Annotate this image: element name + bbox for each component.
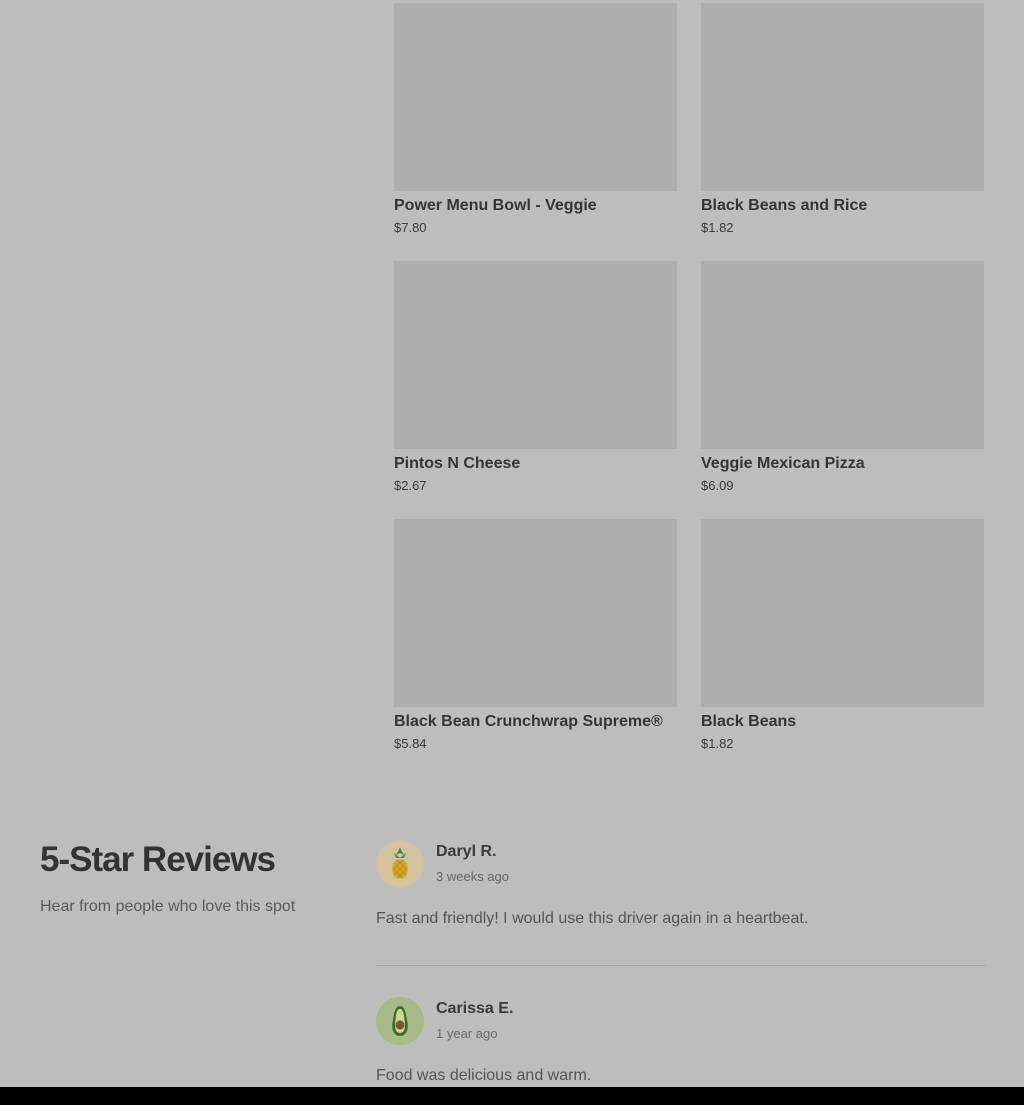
menu-item-image [701, 519, 984, 707]
bottom-bar [0, 1087, 1024, 1105]
menu-item-image [394, 3, 677, 191]
review-divider [376, 965, 986, 966]
menu-item-name: Pintos N Cheese [394, 455, 521, 472]
menu-item-card[interactable]: Power Menu Bowl - Veggie $7.80 [394, 3, 677, 261]
menu-item-price: $7.80 [394, 220, 427, 235]
menu-item-name: Power Menu Bowl - Veggie [394, 197, 597, 214]
review-text: Fast and friendly! I would use this driv… [376, 910, 809, 927]
menu-item-image [394, 261, 677, 449]
menu-item-name: Black Beans and Rice [701, 197, 868, 214]
menu-item-image [701, 261, 984, 449]
pineapple-icon [392, 848, 408, 879]
menu-item-card[interactable]: Black Beans and Rice $1.82 [701, 3, 984, 261]
menu-item-card[interactable]: Pintos N Cheese $2.67 [394, 261, 677, 519]
review-text: Food was delicious and warm. [376, 1067, 592, 1084]
menu-item-card[interactable]: Veggie Mexican Pizza $6.09 [701, 261, 984, 519]
menu-item-name: Black Bean Crunchwrap Supreme® [394, 713, 663, 730]
menu-item-price: $1.82 [701, 736, 734, 751]
menu-item-price: $5.84 [394, 736, 427, 751]
menu-item-price: $6.09 [701, 478, 734, 493]
avocado-icon [392, 1006, 408, 1036]
menu-item-name: Black Beans [701, 713, 797, 730]
menu-grid: Power Menu Bowl - Veggie $7.80 Black Bea… [394, 3, 984, 777]
avatar [376, 840, 424, 888]
reviewer-name: Daryl R. [436, 843, 497, 860]
reviewer-name: Carissa E. [436, 1000, 514, 1017]
menu-item-card[interactable]: Black Bean Crunchwrap Supreme® $5.84 [394, 519, 677, 777]
menu-item-name: Veggie Mexican Pizza [701, 455, 865, 472]
menu-item-price: $1.82 [701, 220, 734, 235]
review-time: 1 year ago [436, 1026, 498, 1041]
reviews-title: 5-Star Reviews [40, 840, 276, 879]
menu-item-image [394, 519, 677, 707]
menu-item-image [701, 3, 984, 191]
review-time: 3 weeks ago [436, 869, 509, 884]
avatar [376, 997, 424, 1045]
reviews-subtitle: Hear from people who love this spot [40, 898, 296, 915]
menu-item-price: $2.67 [394, 478, 427, 493]
menu-item-card[interactable]: Black Beans $1.82 [701, 519, 984, 777]
